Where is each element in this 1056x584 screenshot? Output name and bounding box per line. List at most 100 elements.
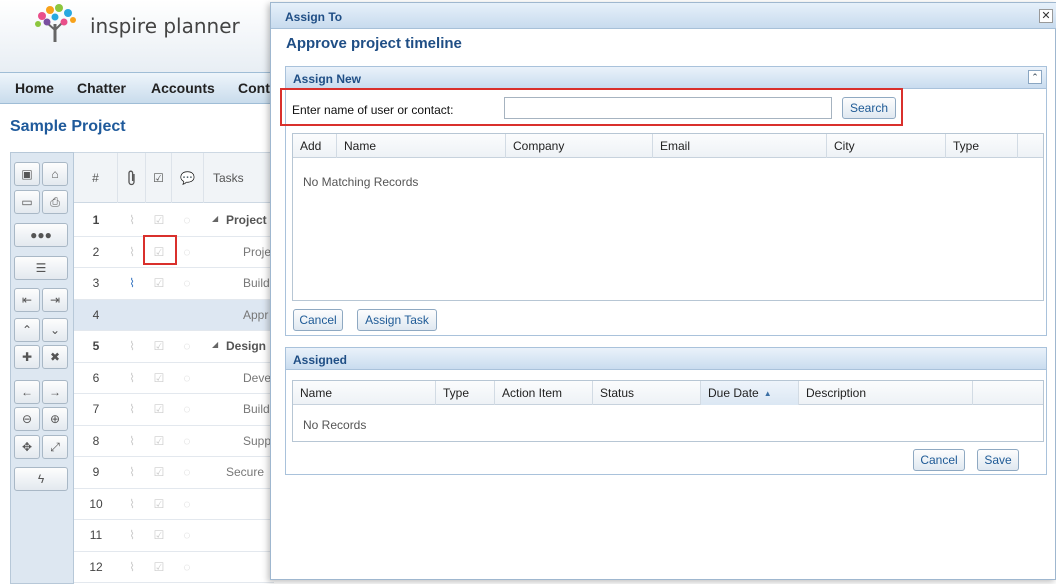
checkbox-icon[interactable]: ☑ — [152, 497, 166, 511]
zoom-out-icon[interactable]: ⊖ — [14, 407, 40, 431]
attachment-icon[interactable]: ⌇ — [125, 245, 139, 259]
task-name[interactable]: Project — [226, 213, 267, 227]
attachment-icon[interactable]: ⌇ — [125, 402, 139, 416]
expand-caret-icon[interactable]: ◢ — [212, 214, 218, 223]
task-name[interactable]: Build — [243, 276, 270, 290]
print-icon[interactable]: ⎙ — [42, 190, 68, 214]
attachment-icon[interactable]: ⌇ — [125, 560, 139, 574]
attachment-icon[interactable]: ⌇ — [125, 213, 139, 227]
close-icon[interactable]: ✕ — [1039, 9, 1053, 23]
task-name[interactable]: Proje — [243, 245, 271, 259]
table-row[interactable]: 7 ⌇ ☑ ◌ Build — [74, 394, 274, 426]
chat-icon[interactable]: ◌ — [180, 465, 194, 479]
col-due-date[interactable]: Due Date ▲ — [701, 381, 799, 405]
save-icon[interactable]: ▣ — [14, 162, 40, 186]
chat-icon[interactable]: ◌ — [180, 497, 194, 511]
col-add[interactable]: Add — [293, 134, 337, 158]
task-name[interactable]: Design — [226, 339, 266, 353]
table-row[interactable]: 3 ⌇ ☑ ◌ Build — [74, 268, 274, 300]
nav-chatter[interactable]: Chatter — [77, 80, 126, 96]
table-row[interactable]: 8 ⌇ ☑ ◌ Supp — [74, 426, 274, 457]
chat-icon[interactable]: ◌ — [180, 339, 194, 353]
checkbox-icon[interactable]: ☑ — [152, 560, 166, 574]
move-down-icon[interactable]: ⌄ — [42, 318, 68, 342]
pan-icon[interactable]: ✥ — [14, 435, 40, 459]
tasks-header: Tasks — [213, 171, 244, 185]
arrow-left-icon[interactable]: ← — [14, 380, 40, 404]
checkbox-icon[interactable]: ☑ — [152, 213, 166, 227]
chat-icon[interactable]: ◌ — [180, 245, 194, 259]
table-row[interactable]: 4 Appr — [74, 299, 274, 331]
chat-icon[interactable]: ◌ — [180, 560, 194, 574]
table-row[interactable]: 6 ⌇ ☑ ◌ Deve — [74, 363, 274, 394]
col-action-item[interactable]: Action Item — [495, 381, 593, 405]
nav-home[interactable]: Home — [15, 80, 54, 96]
home-icon[interactable]: ⌂ — [42, 162, 68, 186]
col-company[interactable]: Company — [506, 134, 653, 158]
add-icon[interactable]: ✚ — [14, 345, 40, 369]
assigned-cancel-button[interactable]: Cancel — [913, 449, 965, 471]
checkbox-icon[interactable]: ☑ — [152, 434, 166, 448]
task-name[interactable]: Secure — [226, 465, 264, 479]
checkbox-icon[interactable]: ☑ — [152, 402, 166, 416]
checkbox-icon[interactable]: ☑ — [152, 528, 166, 542]
attachment-icon[interactable]: ⌇ — [125, 497, 139, 511]
attachment-icon[interactable]: ⌇ — [125, 339, 139, 353]
expand-caret-icon[interactable]: ◢ — [212, 340, 218, 349]
chat-icon[interactable]: ◌ — [180, 528, 194, 542]
zoom-in-icon[interactable]: ⊕ — [42, 407, 68, 431]
chat-icon[interactable]: ◌ — [180, 434, 194, 448]
checkbox-icon[interactable]: ☑ — [152, 465, 166, 479]
col-description[interactable]: Description — [799, 381, 973, 405]
col-assigned-type[interactable]: Type — [436, 381, 495, 405]
attachment-icon[interactable]: ⌇ — [125, 276, 139, 290]
cancel-button[interactable]: Cancel — [293, 309, 343, 331]
list-icon[interactable]: ☰ — [14, 256, 68, 280]
checkbox-icon[interactable]: ☑ — [152, 276, 166, 290]
col-city[interactable]: City — [827, 134, 946, 158]
collapse-icon[interactable]: ⌃ — [1028, 70, 1042, 84]
task-name[interactable]: Supp — [243, 434, 271, 448]
col-status[interactable]: Status — [593, 381, 701, 405]
move-up-icon[interactable]: ⌃ — [14, 318, 40, 342]
chat-icon[interactable]: ◌ — [180, 371, 194, 385]
table-row[interactable]: 1 ⌇ ☑ ◌ ◢ Project — [74, 205, 274, 237]
checkbox-icon[interactable]: ☑ — [152, 339, 166, 353]
task-name[interactable]: Build — [243, 402, 270, 416]
table-row[interactable]: 9 ⌇ ☑ ◌ Secure — [74, 457, 274, 489]
arrow-right-icon[interactable]: → — [42, 380, 68, 404]
table-row[interactable]: 5 ⌇ ☑ ◌ ◢ Design — [74, 331, 274, 363]
table-row[interactable]: 12 ⌇ ☑ ◌ — [74, 552, 274, 583]
attachment-icon[interactable]: ⌇ — [125, 465, 139, 479]
col-type[interactable]: Type — [946, 134, 1018, 158]
table-row[interactable]: 11 ⌇ ☑ ◌ — [74, 520, 274, 552]
chat-icon[interactable]: ◌ — [180, 402, 194, 416]
chat-icon[interactable]: ◌ — [180, 276, 194, 290]
lightning-icon[interactable]: ϟ — [14, 467, 68, 491]
attachment-icon[interactable]: ⌇ — [125, 371, 139, 385]
assigned-table-header: Name Type Action Item Status Due Date ▲ D… — [293, 381, 1043, 405]
dialog-titlebar[interactable]: Assign To ✕ — [271, 3, 1056, 29]
table-row[interactable]: 10 ⌇ ☑ ◌ — [74, 489, 274, 520]
checkbox-icon[interactable]: ☑ — [152, 371, 166, 385]
open-folder-icon[interactable]: ▭ — [14, 190, 40, 214]
assign-task-button[interactable]: Assign Task — [357, 309, 437, 331]
checkbox-header-icon: ☑ — [146, 153, 172, 203]
nav-contacts[interactable]: Cont — [238, 80, 270, 96]
resources-icon[interactable]: ●●● — [14, 223, 68, 247]
col-name[interactable]: Name — [337, 134, 506, 158]
outdent-icon[interactable]: ⇤ — [14, 288, 40, 312]
fit-icon[interactable]: ⤢ — [42, 435, 68, 459]
nav-accounts[interactable]: Accounts — [151, 80, 215, 96]
save-button[interactable]: Save — [977, 449, 1019, 471]
delete-icon[interactable]: ✖ — [42, 345, 68, 369]
indent-icon[interactable]: ⇥ — [42, 288, 68, 312]
col-email[interactable]: Email — [653, 134, 827, 158]
col-assigned-name[interactable]: Name — [293, 381, 436, 405]
assigned-panel: Assigned Name Type Action Item Status Du… — [285, 347, 1047, 475]
task-name[interactable]: Deve — [243, 371, 271, 385]
task-name[interactable]: Appr — [243, 308, 268, 322]
attachment-icon[interactable]: ⌇ — [125, 434, 139, 448]
chat-icon[interactable]: ◌ — [180, 213, 194, 227]
attachment-icon[interactable]: ⌇ — [125, 528, 139, 542]
